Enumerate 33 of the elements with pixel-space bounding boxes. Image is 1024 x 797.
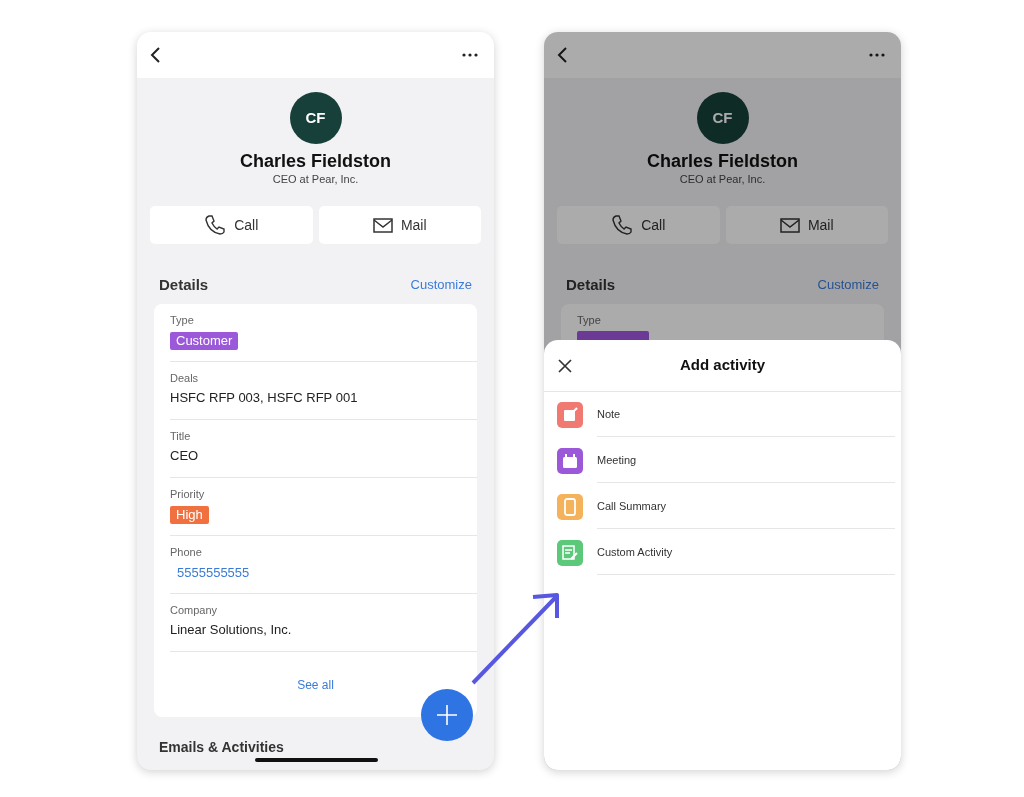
activity-item[interactable]: Custom Activity xyxy=(544,530,901,576)
field-label: Company xyxy=(170,603,219,618)
mail-button[interactable]: Mail xyxy=(318,206,481,244)
field-label: Deals xyxy=(170,371,200,386)
field-label: Priority xyxy=(170,487,206,502)
section-title: Emails & Activities xyxy=(159,739,284,756)
contact-subtitle: CEO at Pear, Inc. xyxy=(678,172,767,186)
see-all-link[interactable]: See all xyxy=(297,675,334,694)
field-label: Title xyxy=(170,429,192,444)
field-value: CEO xyxy=(170,447,200,465)
section-title: Details xyxy=(159,274,209,295)
avatar: CF xyxy=(696,92,749,144)
contact-subtitle: CEO at Pear, Inc. xyxy=(271,172,360,186)
contact-name: Charles Fieldston xyxy=(239,150,392,172)
call-button[interactable]: Call xyxy=(150,206,313,244)
section-title: Details xyxy=(566,274,616,295)
avatar: CF xyxy=(289,92,342,144)
tag: High xyxy=(170,506,209,524)
call-button[interactable]: Call xyxy=(557,206,720,244)
mail-button[interactable]: Mail xyxy=(725,206,888,244)
tag: Customer xyxy=(170,332,239,350)
activity-item[interactable]: Note xyxy=(544,392,901,438)
field-value: Linear Solutions, Inc. xyxy=(170,621,293,639)
contact-name: Charles Fieldston xyxy=(646,150,799,172)
sheet-title: Add activity xyxy=(680,355,765,376)
field-value: HSFC RFP 003, HSFC RFP 001 xyxy=(170,389,359,407)
field-label: Phone xyxy=(170,545,203,560)
customize-link[interactable]: Customize xyxy=(410,275,472,295)
activity-item[interactable]: Call Summary xyxy=(544,484,901,530)
activity-item[interactable]: Meeting xyxy=(544,438,901,484)
phone-link[interactable]: 5555555555 xyxy=(177,563,250,583)
field-label: Type xyxy=(170,313,195,328)
field-label: Type xyxy=(577,313,602,328)
